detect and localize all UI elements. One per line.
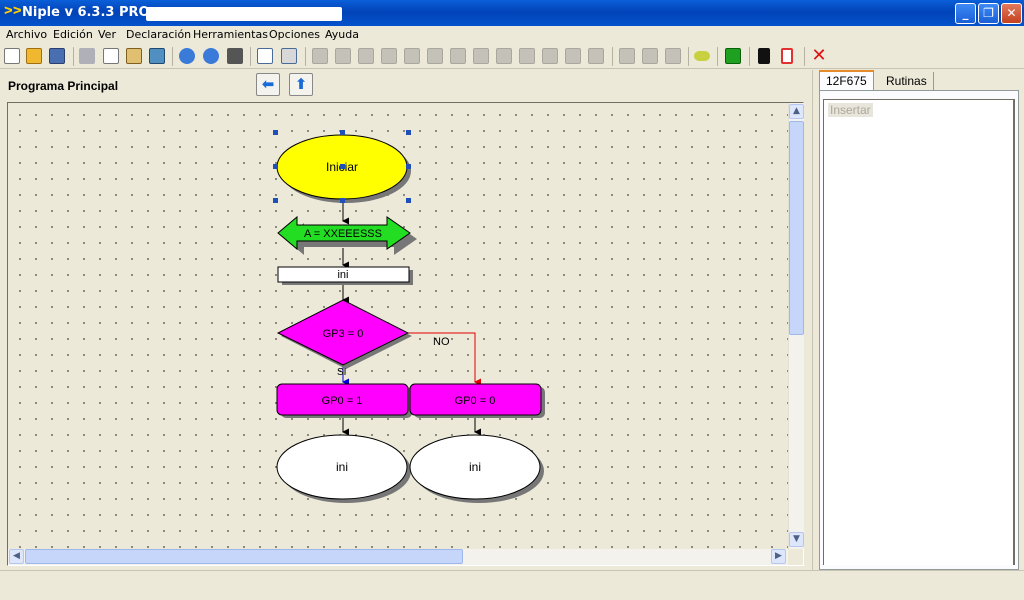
yes-branch-label: SI: [337, 367, 346, 378]
title-bar: ᐳᐳ Niple v 6.3.3 PRO - _ ❐ ✕: [0, 0, 1024, 26]
app-icon: ᐳᐳ: [4, 6, 22, 17]
disabled-tool-icon: [381, 48, 397, 64]
flowchart-canvas-frame: Iniciar A = XXEEESSS ini: [7, 102, 804, 566]
toolbar-separator: [73, 47, 74, 66]
no-action-block[interactable]: GP0 = 0: [409, 383, 545, 418]
yes-action-block[interactable]: GP0 = 1: [276, 383, 412, 418]
decision-block[interactable]: GP3 = 0: [276, 299, 412, 369]
yes-action-label: GP0 = 1: [322, 395, 363, 407]
io-block[interactable]: A = XXEEESSS: [277, 215, 417, 255]
no-branch-label: NO: [433, 336, 450, 348]
disabled-tool-icon: [665, 48, 681, 64]
undo-icon[interactable]: [179, 48, 195, 64]
menu-bar: Archivo Edición Ver Declaración Herramie…: [0, 26, 1024, 44]
minimize-button[interactable]: _: [955, 3, 976, 24]
tab-rutinas[interactable]: Rutinas: [880, 72, 934, 92]
view-window-icon[interactable]: [257, 48, 273, 64]
horizontal-scrollbar[interactable]: ◀ ▶: [8, 549, 788, 565]
flowchart-canvas[interactable]: Iniciar A = XXEEESSS ini: [8, 103, 788, 549]
disabled-tool-icon: [619, 48, 635, 64]
menu-opciones[interactable]: Opciones: [269, 28, 320, 41]
yes-end-label: ini: [336, 460, 348, 474]
redo-icon[interactable]: [203, 48, 219, 64]
io-label: A = XXEEESSS: [304, 228, 382, 240]
delete-icon[interactable]: ✕: [811, 47, 827, 65]
pin-icon[interactable]: [781, 48, 793, 64]
disabled-tool-icon: [642, 48, 658, 64]
disabled-tool-icon: [358, 48, 374, 64]
paste-icon[interactable]: [126, 48, 142, 64]
disabled-tool-icon: [542, 48, 558, 64]
close-window-button[interactable]: ✕: [1001, 3, 1022, 24]
tab-content: Insertar: [819, 90, 1019, 570]
no-end-block[interactable]: ini: [409, 434, 544, 503]
toolbar-separator: [717, 47, 718, 66]
compile-icon[interactable]: [694, 51, 710, 61]
chip-icon[interactable]: [758, 48, 770, 64]
scroll-down-button[interactable]: ▼: [789, 532, 804, 547]
toolbar-separator: [612, 47, 613, 66]
vertical-scroll-thumb[interactable]: [789, 121, 804, 335]
disabled-tool-icon: [312, 48, 328, 64]
insert-item[interactable]: Insertar: [828, 103, 873, 117]
view-table-icon[interactable]: [281, 48, 297, 64]
right-panel: 12F675 Rutinas Insertar: [812, 70, 1024, 570]
tab-12f675[interactable]: 12F675: [819, 70, 874, 90]
flowchart: Iniciar A = XXEEESSS ini: [273, 130, 545, 503]
menu-archivo[interactable]: Archivo: [6, 28, 47, 41]
toolbar-separator: [749, 47, 750, 66]
no-end-label: ini: [469, 460, 481, 474]
toolbar-separator: [172, 47, 173, 66]
scroll-left-button[interactable]: ◀: [9, 549, 24, 564]
menu-ayuda[interactable]: Ayuda: [325, 28, 359, 41]
cut-icon[interactable]: [79, 48, 95, 64]
toolbar-separator: [804, 47, 805, 66]
save-icon[interactable]: [49, 48, 65, 64]
run-icon[interactable]: [725, 48, 741, 64]
process-label: ini: [337, 269, 348, 281]
menu-herramientas[interactable]: Herramientas: [193, 28, 268, 41]
horizontal-scroll-thumb[interactable]: [25, 549, 463, 564]
routine-list[interactable]: Insertar: [823, 99, 1015, 565]
main-panel-header: Programa Principal ⬅ ⬆: [0, 70, 812, 100]
disabled-tool-icon: [496, 48, 512, 64]
menu-ver[interactable]: Ver: [98, 28, 116, 41]
toolbar-separator: [688, 47, 689, 66]
no-action-label: GP0 = 0: [455, 395, 496, 407]
maximize-button[interactable]: ❐: [978, 3, 999, 24]
toolbar-separator: [250, 47, 251, 66]
redacted-filename: [146, 7, 342, 21]
back-arrow-button[interactable]: ⬅: [256, 73, 280, 96]
open-folder-icon[interactable]: [26, 48, 42, 64]
find-icon[interactable]: [227, 48, 243, 64]
scroll-right-button[interactable]: ▶: [771, 549, 786, 564]
disabled-tool-icon: [519, 48, 535, 64]
disabled-tool-icon: [427, 48, 443, 64]
vertical-scrollbar[interactable]: ▲ ▼: [788, 103, 804, 549]
up-arrow-button[interactable]: ⬆: [289, 73, 313, 96]
window-title: Niple v 6.3.3 PRO -: [22, 5, 160, 20]
menu-declaracion[interactable]: Declaración: [126, 28, 191, 41]
disabled-tool-icon: [565, 48, 581, 64]
disabled-tool-icon: [588, 48, 604, 64]
decision-label: GP3 = 0: [323, 328, 364, 340]
toolbar: ✕: [0, 45, 1024, 69]
disabled-tool-icon: [450, 48, 466, 64]
scroll-up-button[interactable]: ▲: [789, 104, 804, 119]
yes-end-block[interactable]: ini: [276, 434, 411, 503]
menu-edicion[interactable]: Edición: [53, 28, 93, 41]
toolbar-separator: [305, 47, 306, 66]
component-icon[interactable]: [149, 48, 165, 64]
disabled-tool-icon: [335, 48, 351, 64]
status-bar: [0, 570, 1024, 600]
disabled-tool-icon: [404, 48, 420, 64]
new-file-icon[interactable]: [4, 48, 20, 64]
panel-title: Programa Principal: [8, 79, 119, 93]
disabled-tool-icon: [473, 48, 489, 64]
process-block[interactable]: ini: [277, 266, 413, 285]
copy-icon[interactable]: [103, 48, 119, 64]
